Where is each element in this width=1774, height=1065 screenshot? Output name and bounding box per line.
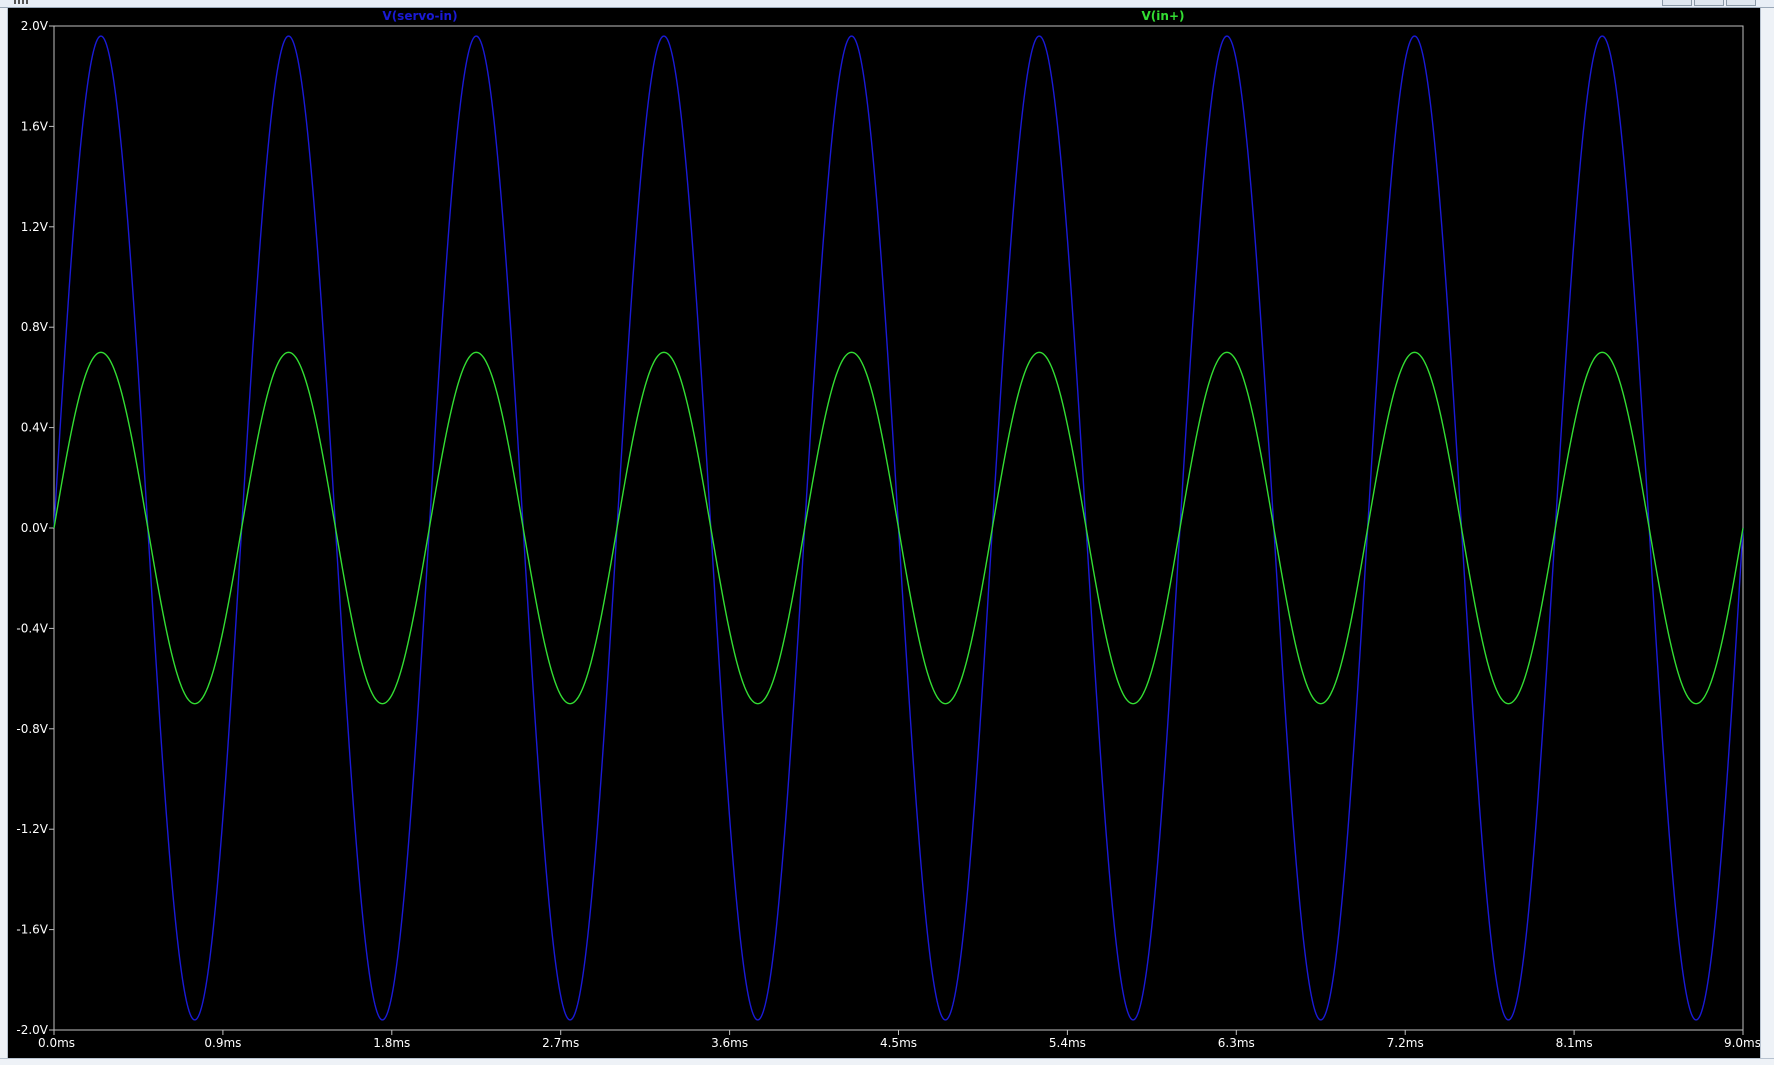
x-tick-label: 3.6ms [711,1036,748,1050]
y-tick-label: -0.4V [16,621,48,635]
right-window-edge [1760,8,1774,1065]
y-tick-label: 2.0V [21,19,49,33]
waveform-chart[interactable]: 0.0ms 0.9ms 1.8ms 2.7ms 3.6ms 4.5ms 5.4ms 6.3ms… [8,8,1760,1058]
x-tick-label: 2.7ms [542,1036,579,1050]
x-tick-label: 1.8ms [373,1036,410,1050]
waveform-viewer-window: 0.0ms 0.9ms 1.8ms 2.7ms 3.6ms 4.5ms 5.4ms 6.3ms… [0,0,1774,1065]
y-tick-label: -1.2V [16,822,48,836]
x-tick-label: 0.9ms [204,1036,241,1050]
bottom-window-edge [0,1058,1774,1065]
y-tick-label: -0.8V [16,722,48,736]
y-tick-label: 1.2V [21,220,49,234]
y-tick-label: 0.4V [21,421,49,435]
y-tick-label: -1.6V [16,923,48,937]
x-tick-label: 5.4ms [1049,1036,1086,1050]
x-tick-label: 4.5ms [880,1036,917,1050]
legend-entry-servo-in[interactable]: V(servo-in) [382,9,457,23]
window-title-bar [0,0,1774,8]
x-tick-label: 9.0ms [1724,1036,1760,1050]
close-button[interactable] [1726,0,1756,6]
x-tick-label: 7.2ms [1387,1036,1424,1050]
x-tick-label: 6.3ms [1218,1036,1255,1050]
plot-pane[interactable]: 0.0ms 0.9ms 1.8ms 2.7ms 3.6ms 4.5ms 5.4ms 6.3ms… [8,8,1760,1058]
y-tick-label: 0.8V [21,320,49,334]
minimize-button[interactable] [1662,0,1692,6]
grip-icon [14,0,30,4]
y-tick-label: 0.0V [21,521,49,535]
x-tick-label: 8.1ms [1556,1036,1593,1050]
y-tick-label: 1.6V [21,119,49,133]
left-window-edge [0,8,8,1065]
plot-background [8,8,1760,1058]
maximize-button[interactable] [1694,0,1724,6]
legend-entry-in-plus[interactable]: V(in+) [1142,9,1185,23]
y-tick-label: -2.0V [16,1023,48,1037]
x-tick-label: 0.0ms [38,1036,75,1050]
